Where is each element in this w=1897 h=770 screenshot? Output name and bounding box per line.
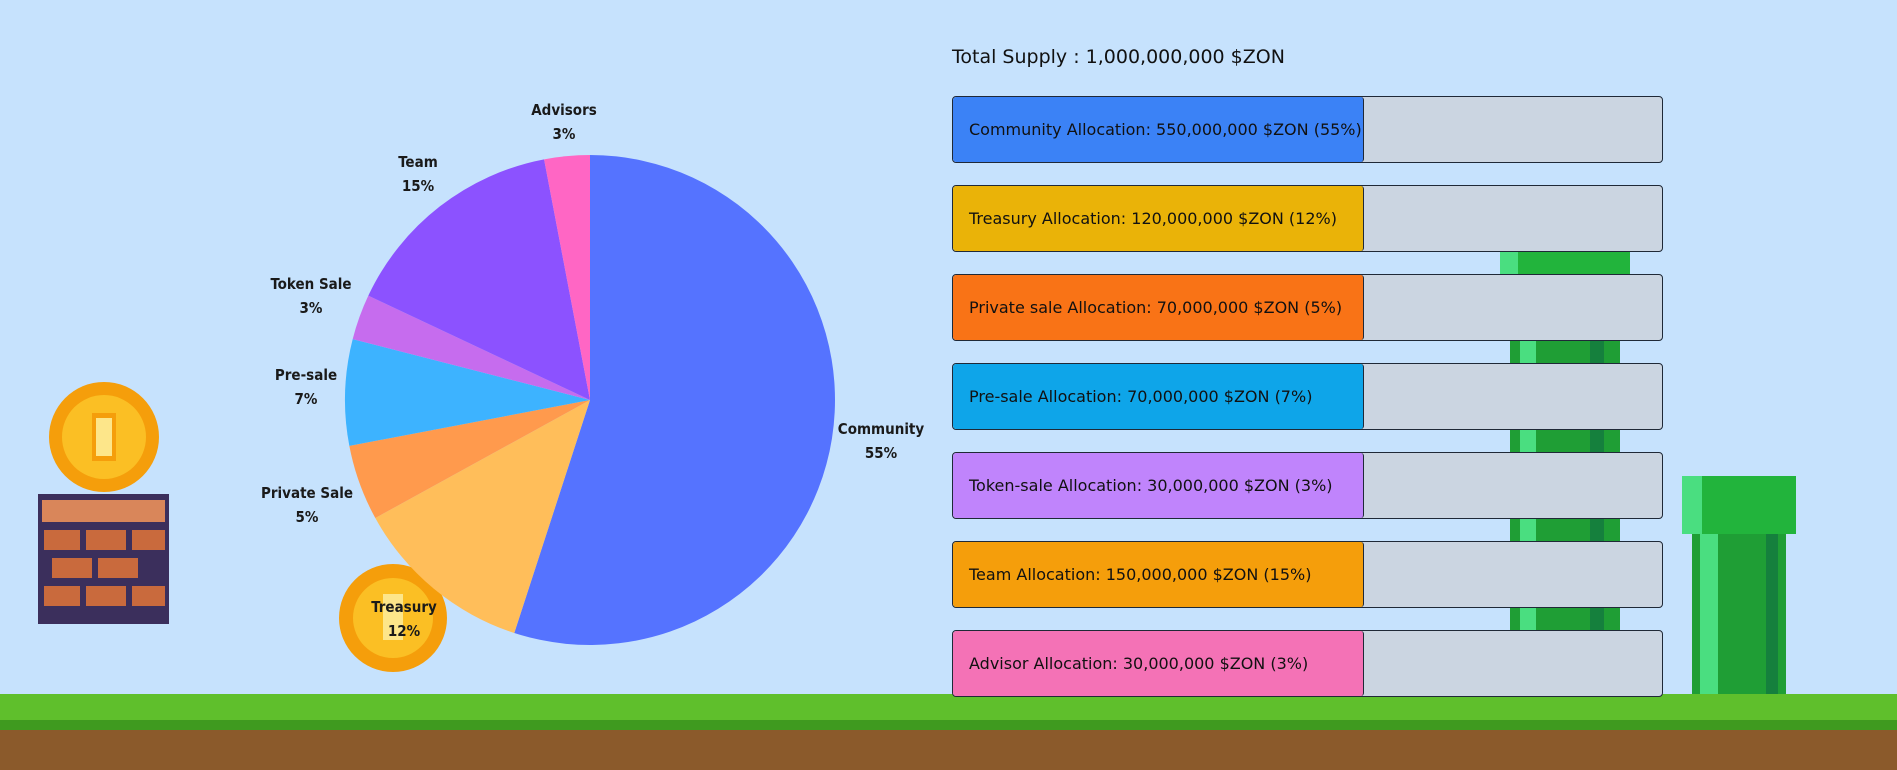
allocation-bar-label: Advisor Allocation: 30,000,000 $ZON (3%) [969,654,1309,673]
pie-label-name: Treasury [371,598,437,616]
allocation-bar-label: Community Allocation: 550,000,000 $ZON (… [969,120,1362,139]
allocation-bar-track: Team Allocation: 150,000,000 $ZON (15%) [952,541,1663,608]
pie-label-name: Pre-sale [275,366,337,384]
allocation-bar-track: Community Allocation: 550,000,000 $ZON (… [952,96,1663,163]
allocation-bar-label: Team Allocation: 150,000,000 $ZON (15%) [969,565,1312,584]
allocation-bar-label: Private sale Allocation: 70,000,000 $ZON… [969,298,1343,317]
pie-label-percent: 12% [388,622,421,640]
allocation-bar-fill: Community Allocation: 550,000,000 $ZON (… [953,97,1365,162]
allocation-bar-fill: Pre-sale Allocation: 70,000,000 $ZON (7%… [953,364,1365,429]
total-supply-title: Total Supply : 1,000,000,000 $ZON [952,46,1285,68]
allocation-bar-label: Treasury Allocation: 120,000,000 $ZON (1… [969,209,1337,228]
allocation-bar-track: Treasury Allocation: 120,000,000 $ZON (1… [952,185,1663,252]
allocation-bar-label: Token-sale Allocation: 30,000,000 $ZON (… [969,476,1333,495]
allocation-bar-track: Pre-sale Allocation: 70,000,000 $ZON (7%… [952,363,1663,430]
pie-label-percent: 5% [296,508,319,526]
pie-label-name: Team [398,153,438,171]
allocation-pie-chart: Community 55% Treasury 12% Private Sale 5% Pre… [261,101,925,645]
pie-label-percent: 3% [553,125,576,143]
pie-label-name: Community [838,420,925,438]
allocation-bar-track: Private sale Allocation: 70,000,000 $ZON… [952,274,1663,341]
ground-grass-icon [0,694,1897,770]
allocation-bar-fill: Team Allocation: 150,000,000 $ZON (15%) [953,542,1365,607]
pie-label-percent: 55% [865,444,898,462]
pie-label-percent: 15% [402,177,435,195]
pie-label-name: Private Sale [261,484,353,502]
allocation-bar-fill: Token-sale Allocation: 30,000,000 $ZON (… [953,453,1365,518]
pie-label-percent: 7% [295,390,318,408]
pie-label-percent: 3% [300,299,323,317]
allocation-bar-fill: Treasury Allocation: 120,000,000 $ZON (1… [953,186,1365,251]
pie-slices [345,155,835,645]
allocation-bar-fill: Private sale Allocation: 70,000,000 $ZON… [953,275,1365,340]
pie-label-name: Token Sale [270,275,351,293]
allocation-bar-fill: Advisor Allocation: 30,000,000 $ZON (3%) [953,631,1365,696]
pipe-short-icon [1682,476,1796,694]
allocation-bar-label: Pre-sale Allocation: 70,000,000 $ZON (7%… [969,387,1313,406]
allocation-bar-track: Token-sale Allocation: 30,000,000 $ZON (… [952,452,1663,519]
pie-label-name: Advisors [531,101,597,119]
allocation-bar-track: Advisor Allocation: 30,000,000 $ZON (3%) [952,630,1663,697]
